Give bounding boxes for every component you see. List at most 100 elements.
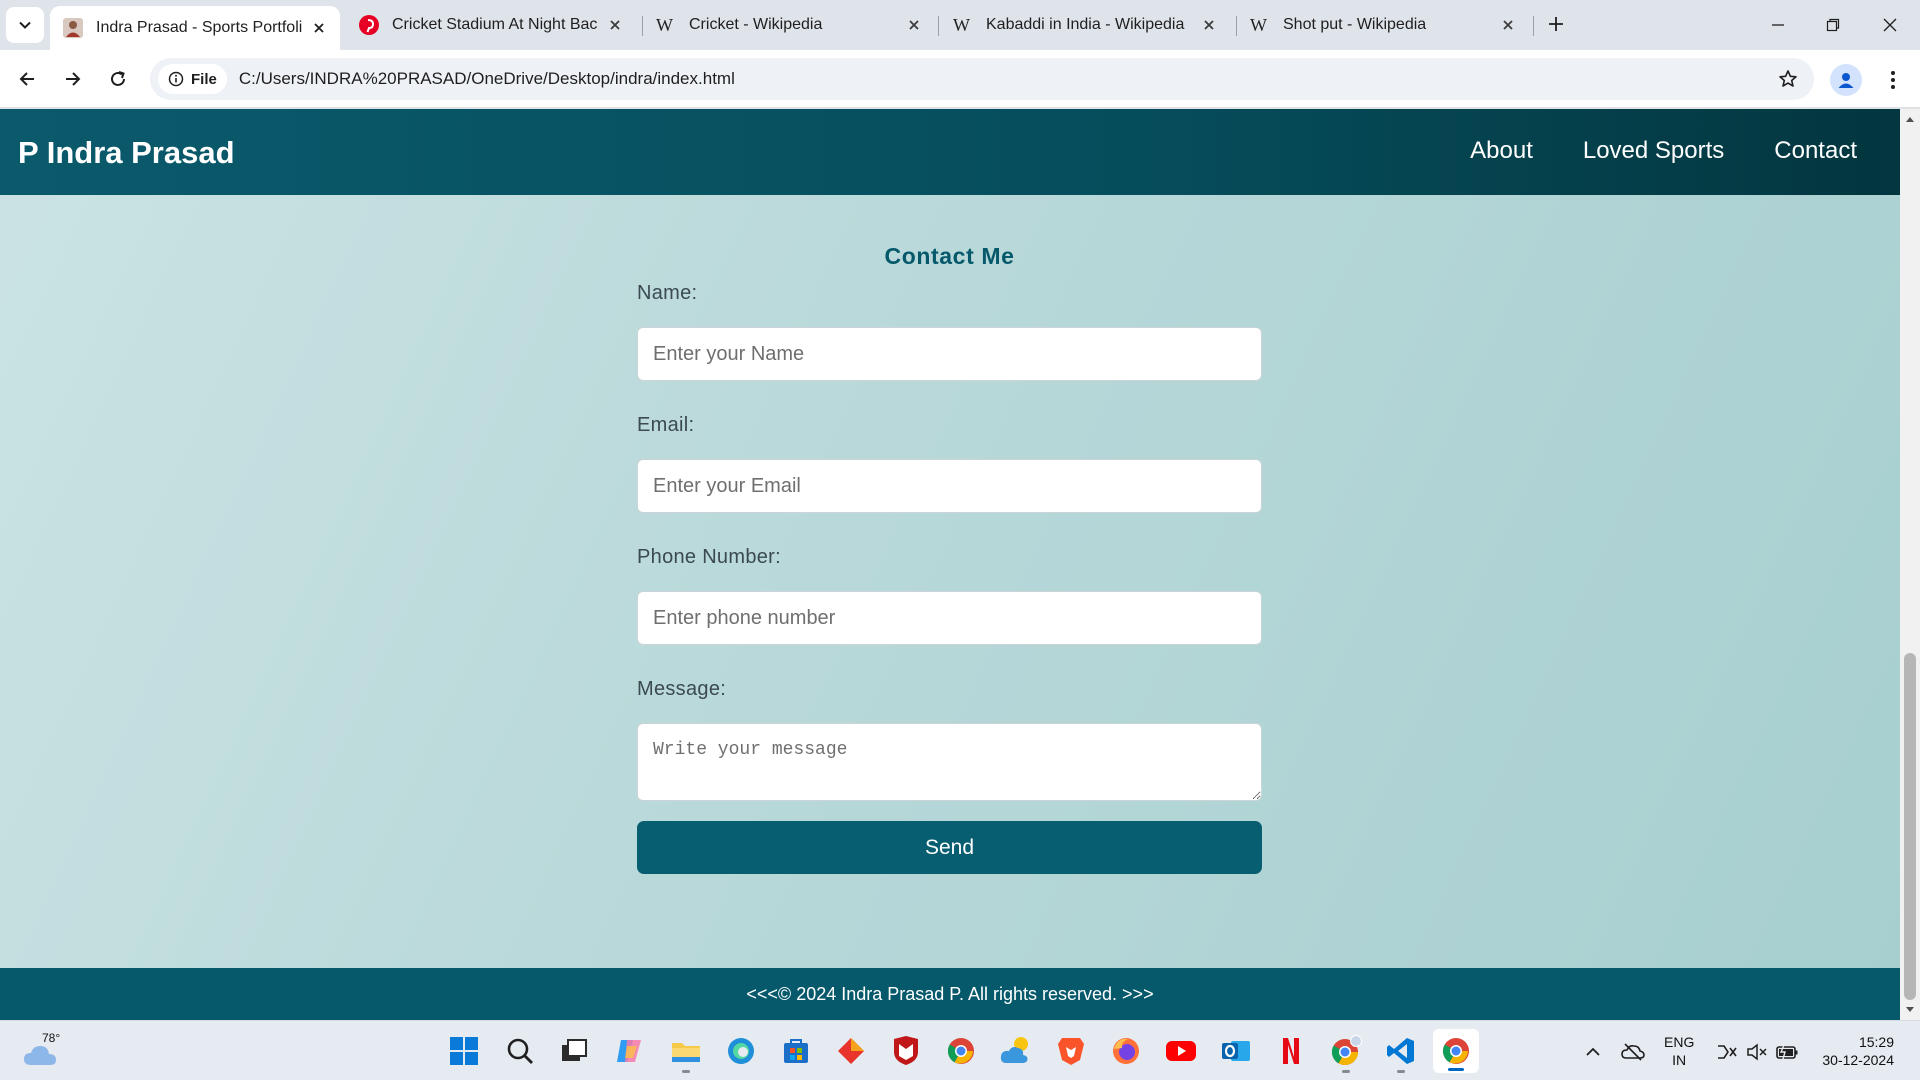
tab-cricket-wikipedia[interactable]: W Cricket - Wikipedia <box>643 6 935 44</box>
mcafee-icon[interactable] <box>888 1033 924 1069</box>
profile-avatar-icon[interactable] <box>1830 64 1862 96</box>
close-window-button[interactable] <box>1868 8 1912 42</box>
clock-date: 30-12-2024 <box>1822 1052 1894 1068</box>
running-indicator <box>1397 1070 1405 1073</box>
firefox-icon[interactable] <box>1108 1033 1144 1069</box>
browser-menu-icon[interactable] <box>1878 64 1908 96</box>
browser-toolbar: File C:/Users/INDRA%20PRASAD/OneDrive/De… <box>0 50 1920 108</box>
nav-loved-sports[interactable]: Loved Sports <box>1583 137 1724 165</box>
email-label: Email: <box>637 414 695 436</box>
region-code: IN <box>1672 1052 1687 1068</box>
new-tab-button[interactable] <box>1542 10 1570 38</box>
close-icon[interactable] <box>905 16 923 34</box>
nav-about[interactable]: About <box>1470 137 1533 165</box>
page-viewport: P Indra Prasad About Loved Sports Contac… <box>0 109 1900 1020</box>
chevron-up-icon[interactable] <box>1580 1039 1606 1065</box>
minimize-icon <box>1772 24 1784 26</box>
vscode-icon[interactable] <box>1383 1033 1419 1073</box>
netflix-icon[interactable] <box>1273 1033 1309 1069</box>
message-textarea[interactable] <box>637 723 1262 801</box>
running-indicator <box>682 1070 690 1073</box>
brave-icon[interactable] <box>1053 1033 1089 1069</box>
outlook-icon[interactable] <box>1218 1033 1254 1069</box>
page-scrollbar[interactable] <box>1900 109 1920 1020</box>
reload-button[interactable] <box>101 62 135 96</box>
email-field-group: Email: <box>637 414 1262 513</box>
scroll-down-arrow-icon[interactable] <box>1905 1006 1915 1014</box>
chevron-down-icon <box>19 21 31 29</box>
message-field-group: Message: <box>637 678 1262 801</box>
scrollbar-thumb[interactable] <box>1904 653 1916 1000</box>
clock-time: 15:29 <box>1858 1034 1894 1050</box>
name-input[interactable] <box>637 327 1262 381</box>
name-label: Name: <box>637 282 698 304</box>
send-button[interactable]: Send <box>637 821 1262 874</box>
svg-text:W: W <box>656 16 673 34</box>
browser-tab-strip: Indra Prasad - Sports Portfolio Cricket … <box>0 0 1920 50</box>
url-text: C:/Users/INDRA%20PRASAD/OneDrive/Desktop… <box>238 69 735 88</box>
edge-icon[interactable] <box>723 1033 759 1069</box>
phone-input[interactable] <box>637 591 1262 645</box>
back-button[interactable] <box>10 62 44 96</box>
weather-app-icon[interactable] <box>998 1033 1034 1069</box>
volume-muted-icon[interactable] <box>1744 1039 1770 1065</box>
pinterest-icon <box>358 14 380 36</box>
tab-title: Indra Prasad - Sports Portfolio <box>96 19 302 36</box>
file-explorer-icon[interactable] <box>668 1033 704 1073</box>
language-indicator[interactable]: ENG IN <box>1664 1033 1694 1069</box>
scroll-up-arrow-icon[interactable] <box>1905 115 1915 123</box>
youtube-icon[interactable] <box>1163 1033 1199 1069</box>
tab-sports-portfolio[interactable]: Indra Prasad - Sports Portfolio <box>50 6 340 50</box>
tab-kabaddi-wikipedia[interactable]: W Kabaddi in India - Wikipedia <box>940 6 1230 44</box>
search-icon[interactable] <box>502 1033 538 1069</box>
copilot-icon[interactable] <box>612 1033 648 1069</box>
app-diamond-icon[interactable] <box>833 1033 869 1069</box>
email-input[interactable] <box>637 459 1262 513</box>
task-view-icon[interactable] <box>556 1033 592 1069</box>
bookmark-star-icon[interactable] <box>1776 67 1800 91</box>
chrome-icon[interactable] <box>943 1033 979 1069</box>
site-chip-label: File <box>191 70 217 88</box>
close-icon[interactable] <box>310 19 328 37</box>
footer-text: <<<© 2024 Indra Prasad P. All rights res… <box>746 983 1154 1004</box>
site-info-chip[interactable]: File <box>158 64 227 94</box>
close-icon[interactable] <box>1499 16 1517 34</box>
tab-title: Cricket - Wikipedia <box>689 16 823 33</box>
contact-section: Contact Me Name: Email: Phone Number: Me… <box>637 243 1262 874</box>
tab-search-button[interactable] <box>6 7 44 43</box>
tab-cricket-stadium[interactable]: Cricket Stadium At Night Backg <box>346 6 636 44</box>
forward-button[interactable] <box>56 62 90 96</box>
wikipedia-icon: W <box>952 14 974 36</box>
network-icon[interactable] <box>1714 1039 1740 1065</box>
minimize-button[interactable] <box>1756 8 1800 42</box>
reload-icon <box>111 71 125 86</box>
svg-text:W: W <box>953 16 970 34</box>
language-code: ENG <box>1664 1034 1695 1050</box>
system-clock[interactable]: 15:29 30-12-2024 <box>1812 1033 1894 1069</box>
onedrive-offline-icon[interactable] <box>1620 1039 1646 1065</box>
restore-icon <box>1826 18 1840 32</box>
plus-icon <box>1549 17 1563 31</box>
site-nav: About Loved Sports Contact <box>1470 137 1857 165</box>
person-photo-icon <box>62 17 84 39</box>
running-indicator <box>1342 1070 1350 1073</box>
tab-separator <box>938 16 939 36</box>
battery-icon[interactable] <box>1774 1039 1800 1065</box>
chrome-active-icon[interactable] <box>1433 1029 1479 1073</box>
microsoft-store-icon[interactable] <box>778 1033 814 1069</box>
tab-title: Kabaddi in India - Wikipedia <box>986 16 1185 33</box>
weather-temp: 78° <box>42 1031 61 1045</box>
restore-button[interactable] <box>1811 8 1855 42</box>
nav-contact[interactable]: Contact <box>1774 137 1857 165</box>
phone-label: Phone Number: <box>637 546 781 568</box>
start-icon[interactable] <box>446 1033 482 1069</box>
contact-heading: Contact Me <box>884 243 1015 269</box>
weather-widget[interactable]: 78° <box>22 1031 62 1071</box>
tab-shot-put-wikipedia[interactable]: W Shot put - Wikipedia <box>1237 6 1529 44</box>
address-bar[interactable]: File C:/Users/INDRA%20PRASAD/OneDrive/De… <box>150 58 1814 100</box>
close-icon[interactable] <box>606 16 624 34</box>
svg-text:W: W <box>1250 16 1267 34</box>
info-icon <box>168 71 184 87</box>
close-icon[interactable] <box>1200 16 1218 34</box>
chrome-profile-icon[interactable] <box>1328 1033 1364 1073</box>
